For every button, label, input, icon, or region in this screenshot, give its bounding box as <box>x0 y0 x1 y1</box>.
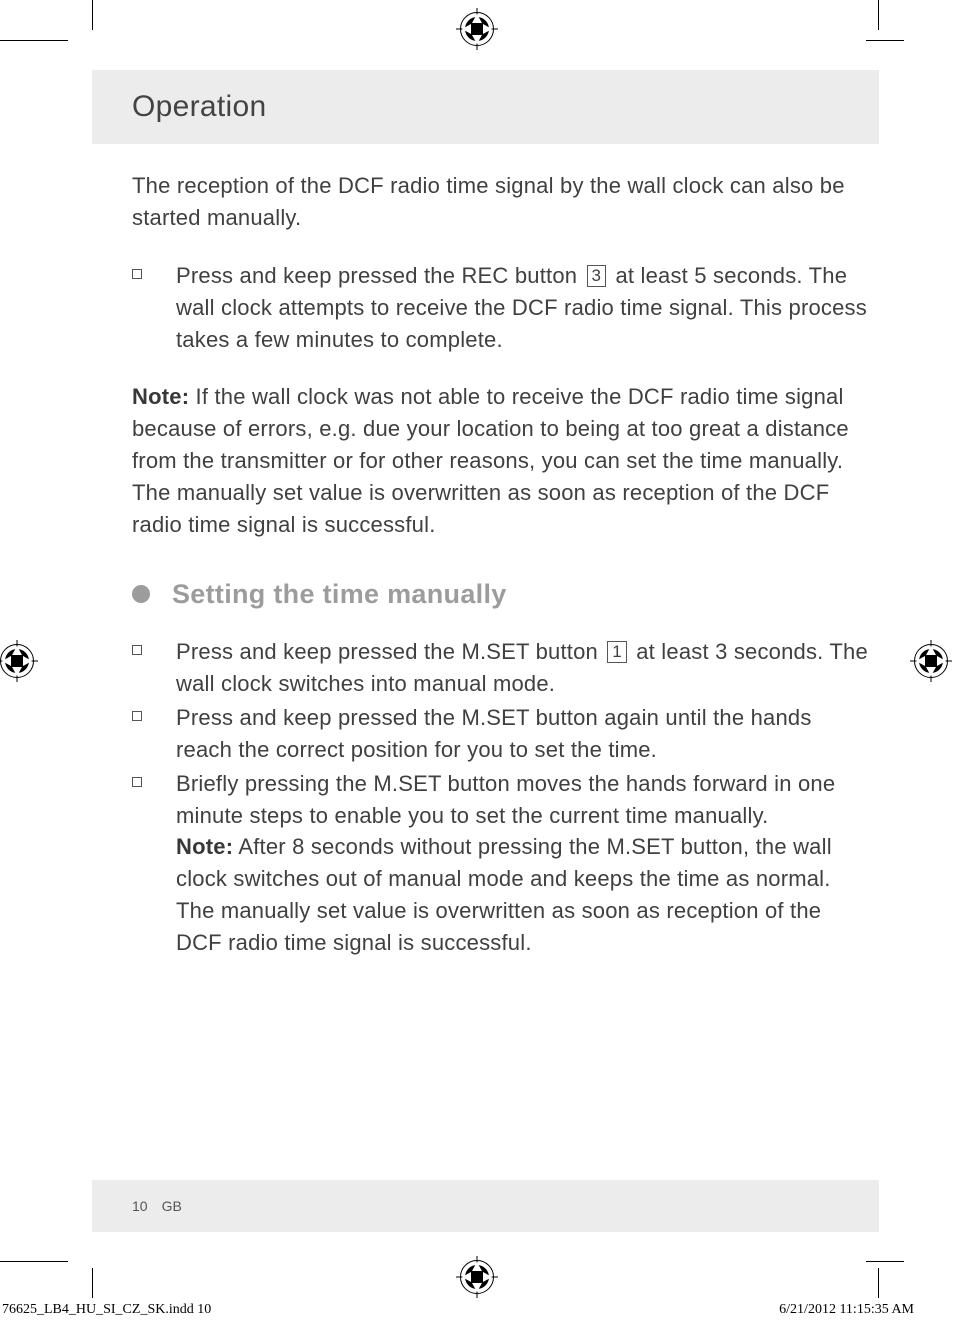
body-content: The reception of the DCF radio time sign… <box>132 170 872 961</box>
language-code: GB <box>162 1198 182 1214</box>
subheading-row: Setting the time manually <box>132 575 872 614</box>
text-run: Briefly pressing the M.SET button moves … <box>176 771 835 828</box>
crop-mark <box>866 40 904 41</box>
crop-mark <box>878 1268 879 1298</box>
crop-mark <box>878 0 879 30</box>
manual-page: Operation The reception of the DCF radio… <box>0 0 954 1322</box>
note-label: Note: <box>176 834 233 859</box>
list-item: Press and keep pressed the M.SET button … <box>132 636 872 700</box>
crop-mark <box>0 40 68 41</box>
list-text: Press and keep pressed the M.SET button … <box>176 636 872 700</box>
print-slug: 76625_LB4_HU_SI_CZ_SK.indd 10 6/21/2012 … <box>0 1302 914 1318</box>
registration-mark-icon <box>460 1260 494 1294</box>
note-paragraph: Note: If the wall clock was not able to … <box>132 381 872 540</box>
bullet-icon <box>132 260 176 356</box>
slug-file: 76625_LB4_HU_SI_CZ_SK.indd 10 <box>2 1302 211 1318</box>
crop-mark <box>92 1268 93 1298</box>
list-item: Press and keep pressed the REC button 3 … <box>132 260 872 356</box>
bullet-icon <box>132 702 176 766</box>
section-title: Operation <box>132 90 266 124</box>
slug-timestamp: 6/21/2012 11:15:35 AM <box>779 1302 914 1318</box>
text-run: Press and keep pressed the REC button <box>176 263 584 288</box>
list-item: Briefly pressing the M.SET button moves … <box>132 768 872 959</box>
list-text: Press and keep pressed the REC button 3 … <box>176 260 872 356</box>
crop-mark <box>866 1261 904 1262</box>
page-footer: 10 GB <box>92 1180 879 1232</box>
part-ref: 1 <box>607 641 627 663</box>
list-item: Press and keep pressed the M.SET button … <box>132 702 872 766</box>
note-label: Note: <box>132 384 189 409</box>
list-text: Press and keep pressed the M.SET button … <box>176 702 872 766</box>
registration-mark-icon <box>914 644 948 678</box>
bullet-icon <box>132 768 176 959</box>
part-ref: 3 <box>587 265 607 287</box>
subheading: Setting the time manually <box>172 575 507 614</box>
crop-mark <box>92 0 93 30</box>
registration-mark-icon <box>0 644 34 678</box>
heading-bullet-icon <box>132 585 150 603</box>
page-number: 10 <box>132 1198 148 1214</box>
list-text: Briefly pressing the M.SET button moves … <box>176 768 872 959</box>
registration-mark-icon <box>460 12 494 46</box>
bullet-icon <box>132 636 176 700</box>
intro-paragraph: The reception of the DCF radio time sign… <box>132 170 872 234</box>
note-text: If the wall clock was not able to receiv… <box>132 384 849 537</box>
section-header: Operation <box>92 70 879 144</box>
crop-mark <box>0 1261 68 1262</box>
note-text: After 8 seconds without pressing the M.S… <box>176 834 832 955</box>
text-run: Press and keep pressed the M.SET button <box>176 639 604 664</box>
